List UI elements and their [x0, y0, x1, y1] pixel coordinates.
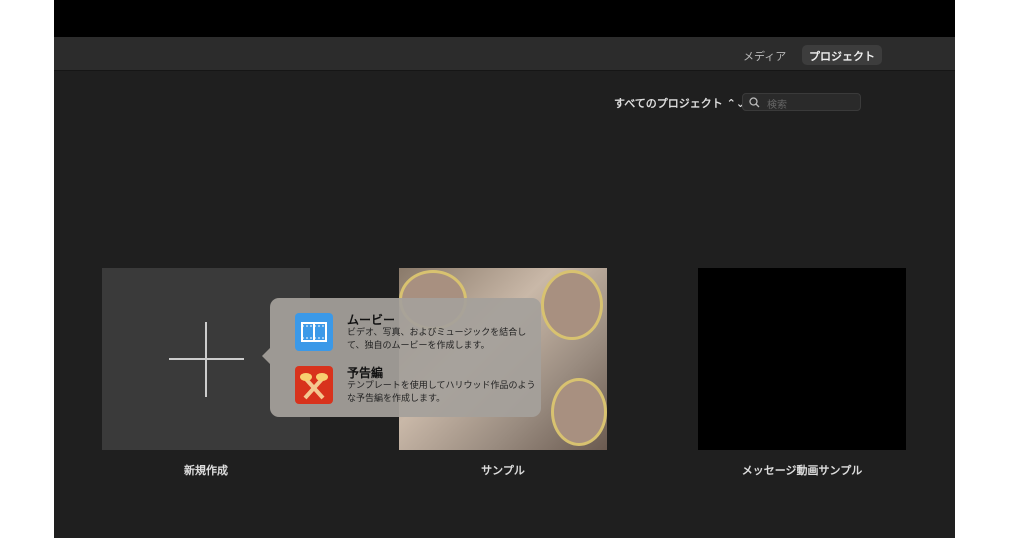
trailer-spotlight-icon [295, 366, 333, 404]
title-bar [54, 0, 955, 37]
film-icon [295, 313, 333, 351]
imovie-window: メディア プロジェクト すべてのプロジェクト ⌃⌄ 検索 新規作成 サンプル メ… [54, 0, 955, 538]
movie-title: ムービー [347, 313, 396, 327]
tab-media[interactable]: メディア [736, 45, 793, 65]
message-sample-label: メッセージ動画サンプル [741, 464, 863, 477]
new-project-label: 新規作成 [184, 464, 228, 477]
trailer-description: テンプレートを使用してハリウッド作品のような予告編を作成します。 [347, 381, 536, 404]
sample-label: サンプル [481, 464, 525, 477]
new-project-popover: ムービー ビデオ、写真、およびミュージックを結合して、独自のムービーを作成します… [262, 298, 541, 417]
project-filter-dropdown[interactable]: すべてのプロジェクト ⌃⌄ [614, 95, 745, 111]
toolbar: メディア プロジェクト [54, 37, 955, 71]
message-video-sample-thumbnail[interactable] [698, 268, 906, 450]
movie-option[interactable]: ムービー ビデオ、写真、およびミュージックを結合して、独自のムービーを作成します… [295, 313, 535, 353]
trailer-option[interactable]: 予告編 テンプレートを使用してハリウッド作品のような予告編を作成します。 [295, 366, 535, 406]
movie-description: ビデオ、写真、およびミュージックを結合して、独自のムービーを作成します。 [347, 328, 527, 351]
photo-bubble [551, 378, 607, 446]
search-icon [749, 97, 760, 108]
search-input[interactable]: 検索 [742, 93, 861, 111]
plus-icon-vertical [205, 322, 207, 397]
popover-arrow [262, 348, 270, 364]
tab-projects[interactable]: プロジェクト [802, 45, 882, 65]
search-placeholder: 検索 [767, 100, 787, 111]
trailer-title: 予告編 [347, 366, 384, 380]
photo-bubble [541, 270, 603, 340]
